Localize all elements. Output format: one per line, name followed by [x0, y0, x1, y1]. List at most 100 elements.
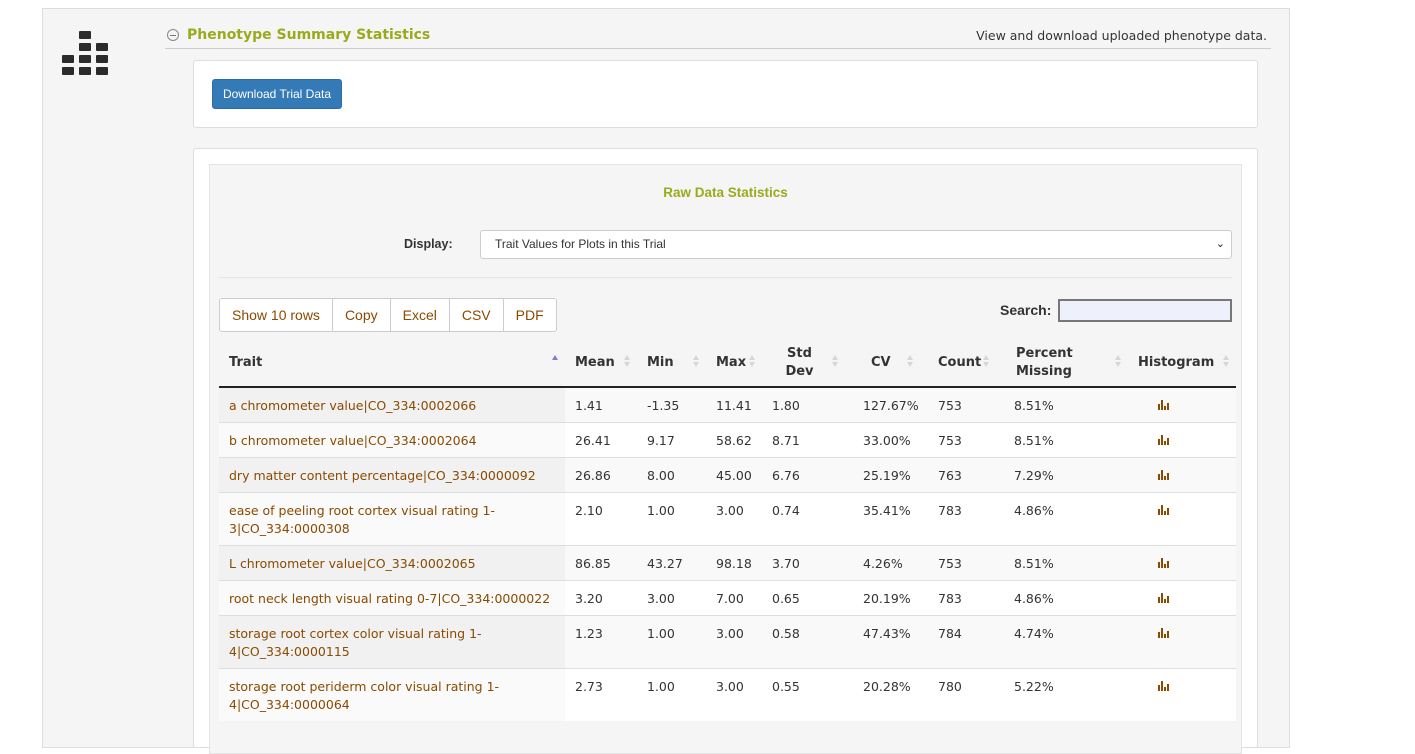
count-cell: 763	[920, 456, 996, 492]
section-title[interactable]: Phenotype Summary Statistics	[187, 27, 430, 43]
count-cell: 784	[920, 614, 996, 668]
percent-missing-cell: 4.74%	[996, 614, 1128, 668]
percent-missing-cell: 8.51%	[996, 386, 1128, 422]
max-cell: 98.18	[706, 544, 762, 580]
min-cell: 3.00	[637, 579, 706, 615]
trait-link[interactable]: storage root periderm color visual ratin…	[219, 667, 565, 721]
percent-missing-cell: 7.29%	[996, 456, 1128, 492]
percent-missing-cell: 4.86%	[996, 491, 1128, 545]
mean-cell: 86.85	[565, 544, 637, 580]
column-header-histogram[interactable]: Histogram	[1128, 340, 1236, 388]
cv-cell: 35.41%	[845, 491, 920, 545]
display-label: Display:	[404, 237, 453, 251]
trait-link[interactable]: storage root cortex color visual rating …	[219, 614, 565, 668]
table-row: a chromometer value|CO_334:0002066 1.41 …	[219, 386, 1236, 422]
std-dev-cell: 0.65	[762, 579, 845, 615]
bar-chart-icon[interactable]	[1158, 400, 1169, 410]
stats-table: Trait Mean Min Max Std Dev CV Count Perce…	[219, 340, 1236, 721]
column-header-trait[interactable]: Trait	[219, 340, 565, 388]
histogram-cell	[1128, 544, 1236, 580]
mean-cell: 2.10	[565, 491, 637, 545]
table-export-buttons: Show 10 rows Copy Excel CSV PDF	[219, 298, 557, 332]
column-header-count[interactable]: Count	[920, 340, 996, 388]
trait-link[interactable]: root neck length visual rating 0-7|CO_33…	[219, 579, 565, 615]
histogram-cell	[1128, 667, 1236, 721]
trait-link[interactable]: L chromometer value|CO_334:0002065	[219, 544, 565, 580]
count-cell: 753	[920, 421, 996, 457]
column-header-min[interactable]: Min	[637, 340, 706, 388]
max-cell: 11.41	[706, 386, 762, 422]
bar-chart-icon[interactable]	[1158, 557, 1169, 568]
std-dev-cell: 8.71	[762, 421, 845, 457]
bar-chart-icon[interactable]	[1158, 469, 1169, 480]
max-cell: 58.62	[706, 421, 762, 457]
cv-cell: 20.28%	[845, 667, 920, 721]
column-header-percent-missing[interactable]: Percent Missing	[996, 340, 1128, 388]
histogram-cell	[1128, 614, 1236, 668]
download-box: Download Trial Data	[193, 60, 1258, 128]
std-dev-cell: 0.74	[762, 491, 845, 545]
mean-cell: 1.23	[565, 614, 637, 668]
max-cell: 45.00	[706, 456, 762, 492]
cv-cell: 33.00%	[845, 421, 920, 457]
search-input[interactable]	[1058, 299, 1232, 322]
bar-chart-icon[interactable]	[1158, 434, 1169, 445]
column-header-cv[interactable]: CV	[845, 340, 920, 388]
copy-button[interactable]: Copy	[331, 298, 391, 332]
count-cell: 753	[920, 386, 996, 422]
table-row: L chromometer value|CO_334:0002065 86.85…	[219, 544, 1236, 580]
histogram-cell	[1128, 579, 1236, 615]
min-cell: 43.27	[637, 544, 706, 580]
min-cell: 1.00	[637, 491, 706, 545]
chevron-down-icon: ⌄	[1215, 238, 1225, 250]
table-sections-icon	[62, 31, 108, 77]
table-row: storage root cortex color visual rating …	[219, 614, 1236, 668]
column-header-max[interactable]: Max	[706, 340, 762, 388]
display-select[interactable]: Trait Values for Plots in this Trial ⌄	[480, 230, 1232, 259]
mean-cell: 26.41	[565, 421, 637, 457]
histogram-cell	[1128, 456, 1236, 492]
trait-link[interactable]: dry matter content percentage|CO_334:000…	[219, 456, 565, 492]
collapse-minus-icon[interactable]	[167, 29, 179, 41]
mean-cell: 2.73	[565, 667, 637, 721]
trait-link[interactable]: a chromometer value|CO_334:0002066	[219, 386, 565, 422]
std-dev-cell: 0.58	[762, 614, 845, 668]
section-description: View and download uploaded phenotype dat…	[976, 28, 1267, 43]
max-cell: 7.00	[706, 579, 762, 615]
column-header-mean[interactable]: Mean	[565, 340, 637, 388]
mean-cell: 1.41	[565, 386, 637, 422]
percent-missing-cell: 8.51%	[996, 544, 1128, 580]
max-cell: 3.00	[706, 667, 762, 721]
trait-link[interactable]: b chromometer value|CO_334:0002064	[219, 421, 565, 457]
excel-button[interactable]: Excel	[389, 298, 450, 332]
bar-chart-icon[interactable]	[1158, 504, 1169, 515]
pdf-button[interactable]: PDF	[502, 298, 557, 332]
table-header-row: Trait Mean Min Max Std Dev CV Count Perce…	[219, 340, 1236, 388]
cv-cell: 4.26%	[845, 544, 920, 580]
cv-cell: 20.19%	[845, 579, 920, 615]
bar-chart-icon[interactable]	[1158, 680, 1169, 691]
section-header[interactable]: Phenotype Summary Statistics View and do…	[165, 27, 1271, 49]
csv-button[interactable]: CSV	[448, 298, 504, 332]
show-rows-button[interactable]: Show 10 rows	[219, 298, 333, 332]
table-row: ease of peeling root cortex visual ratin…	[219, 491, 1236, 545]
table-row: b chromometer value|CO_334:0002064 26.41…	[219, 421, 1236, 457]
percent-missing-cell: 5.22%	[996, 667, 1128, 721]
min-cell: 8.00	[637, 456, 706, 492]
count-cell: 783	[920, 491, 996, 545]
percent-missing-cell: 8.51%	[996, 421, 1128, 457]
histogram-cell	[1128, 491, 1236, 545]
mean-cell: 3.20	[565, 579, 637, 615]
std-dev-cell: 1.80	[762, 386, 845, 422]
bar-chart-icon[interactable]	[1158, 592, 1169, 603]
max-cell: 3.00	[706, 491, 762, 545]
min-cell: 1.00	[637, 614, 706, 668]
count-cell: 783	[920, 579, 996, 615]
table-row: storage root periderm color visual ratin…	[219, 667, 1236, 721]
histogram-cell	[1128, 386, 1236, 422]
download-trial-data-button[interactable]: Download Trial Data	[212, 79, 342, 109]
bar-chart-icon[interactable]	[1158, 627, 1169, 638]
display-select-value: Trait Values for Plots in this Trial	[495, 237, 666, 251]
column-header-std-dev[interactable]: Std Dev	[762, 340, 845, 388]
trait-link[interactable]: ease of peeling root cortex visual ratin…	[219, 491, 565, 545]
